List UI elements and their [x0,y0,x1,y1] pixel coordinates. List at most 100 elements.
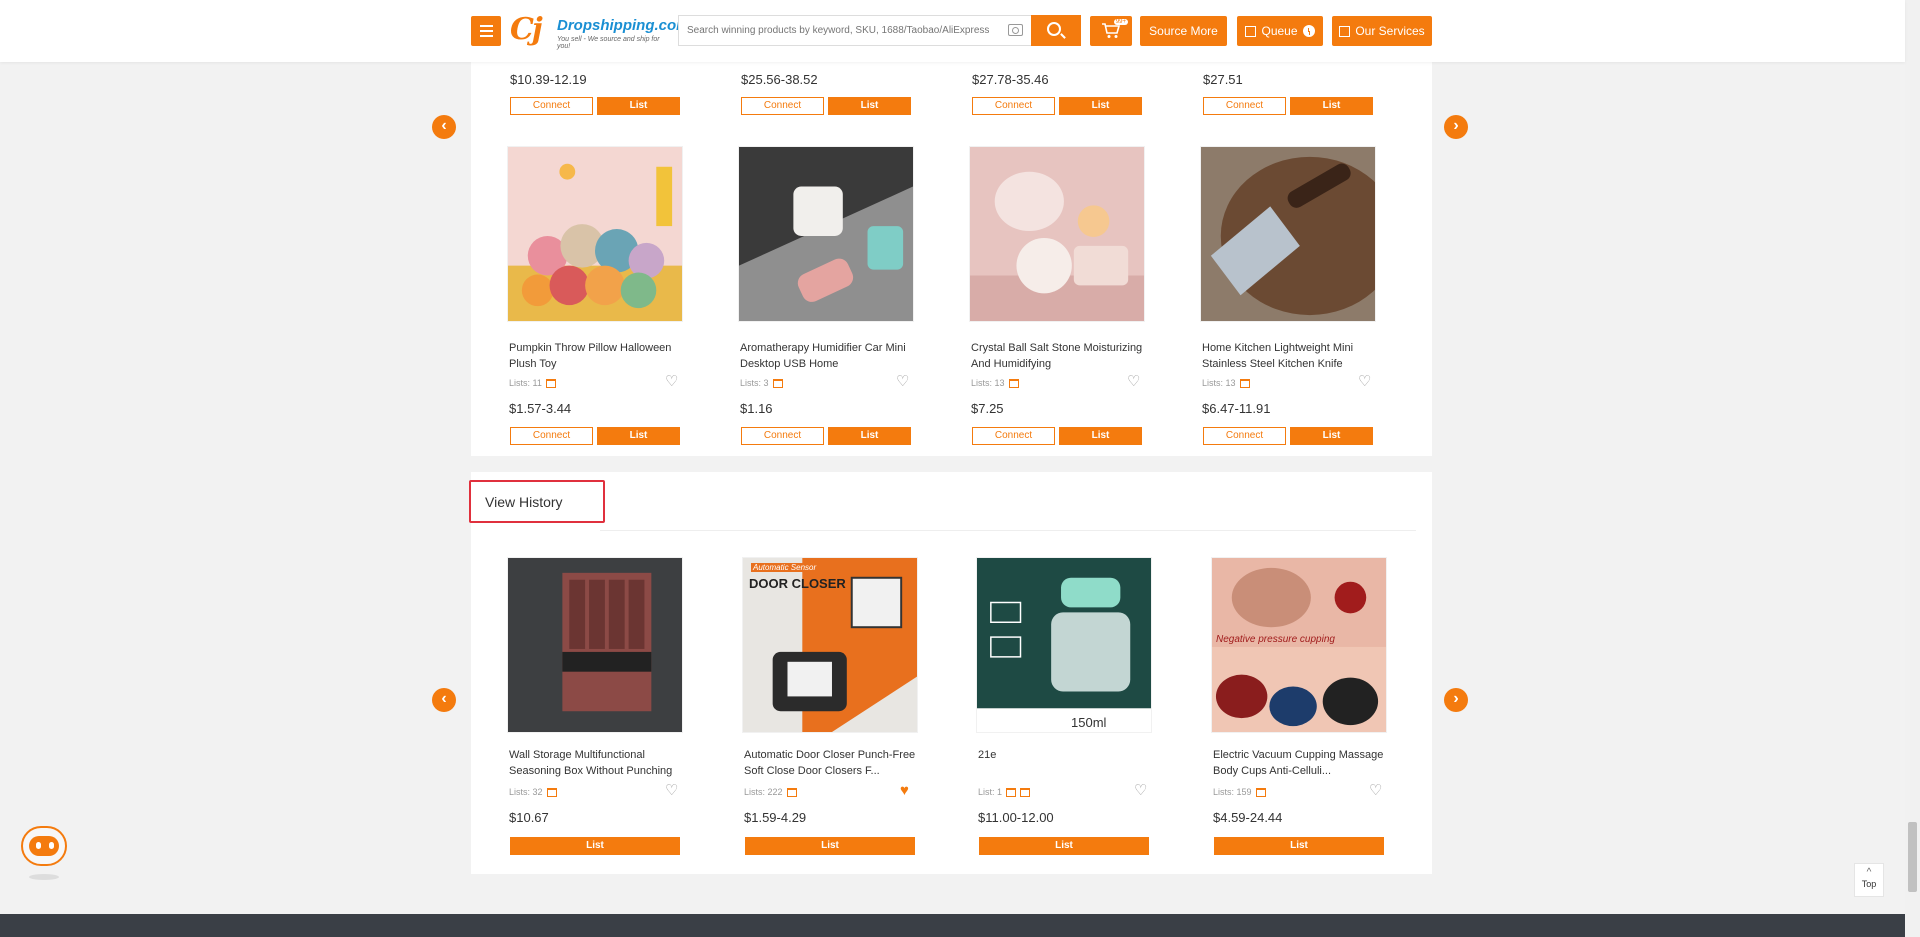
image-overlay-text: Negative pressure cupping [1216,634,1335,645]
product-price: $10.39-12.19 [510,72,587,87]
list-button[interactable]: List [1059,427,1142,445]
product-title[interactable]: 21e [978,747,1158,779]
queue-button[interactable]: Queue [1237,16,1323,46]
search-button[interactable] [1031,15,1081,46]
scrollbar-thumb[interactable] [1908,822,1917,892]
queue-status-icon [1302,25,1315,37]
product-price: $7.25 [971,401,1004,416]
lists-count: Lists: 13 [1202,378,1236,388]
lists-count: Lists: 3 [740,378,769,388]
chevron-left-icon[interactable]: ‹ [432,115,456,139]
connect-button[interactable]: Connect [972,427,1055,445]
list-button[interactable]: List [828,427,911,445]
store-icon [1006,787,1017,797]
store-icon [786,787,797,797]
product-title[interactable]: Pumpkin Throw Pillow Halloween Plush Toy [509,340,689,372]
scrollbar[interactable] [1905,0,1920,937]
list-button[interactable]: List [1290,97,1373,115]
top-label: Top [1861,879,1877,889]
product-lists: Lists: 13 [971,378,1019,388]
cart-icon [1102,23,1121,38]
logo-name: Dropshipping.com [557,17,690,34]
chevron-right-icon[interactable]: › [1444,115,1468,139]
connect-button[interactable]: Connect [1203,97,1286,115]
list-button[interactable]: List [597,97,680,115]
queue-icon [1245,25,1257,37]
lists-count: List: 1 [978,787,1003,797]
heart-icon[interactable]: ♡ [1127,374,1140,389]
connect-button[interactable]: Connect [741,427,824,445]
product-image[interactable] [969,146,1145,322]
view-history-title: View History [469,480,605,523]
list-button[interactable]: List [745,837,915,855]
product-title[interactable]: Automatic Door Closer Punch-Free Soft Cl… [744,747,924,779]
list-button[interactable]: List [597,427,680,445]
list-button[interactable]: List [1214,837,1384,855]
source-more-button[interactable]: Source More [1140,16,1227,46]
store-icon [545,378,556,388]
chevron-left-icon[interactable]: ‹ [432,688,456,712]
product-price: $25.56-38.52 [741,72,818,87]
image-overlay-text: DOOR CLOSER [749,576,846,591]
store-icon [772,378,783,388]
product-title[interactable]: Crystal Ball Salt Stone Moisturizing And… [971,340,1151,372]
product-image[interactable] [1200,146,1376,322]
heart-icon[interactable]: ♡ [1358,374,1371,389]
chevron-right-icon[interactable]: › [1444,688,1468,712]
list-button[interactable]: List [979,837,1149,855]
services-icon [1339,25,1351,37]
back-to-top-button[interactable]: ^ Top [1854,863,1884,897]
source-more-label: Source More [1149,24,1218,38]
list-button[interactable]: List [1059,97,1142,115]
list-button[interactable]: List [828,97,911,115]
product-price: $6.47-11.91 [1202,401,1271,416]
cart-badge: 99+ [1113,19,1128,25]
product-image[interactable]: 150ml [976,557,1152,733]
our-services-button[interactable]: Our Services [1332,16,1432,46]
lists-count: Lists: 11 [509,378,542,388]
product-price: $1.57-3.44 [509,401,572,416]
cart-button[interactable]: 99+ [1090,16,1132,46]
search-box [678,15,1031,46]
heart-icon[interactable]: ♡ [1369,783,1382,798]
camera-icon[interactable] [1008,24,1023,36]
connect-button[interactable]: Connect [510,427,593,445]
list-button[interactable]: List [510,837,680,855]
product-title[interactable]: Aromatherapy Humidifier Car Mini Desktop… [740,340,920,372]
product-image[interactable] [507,557,683,733]
search-input[interactable] [679,16,989,45]
connect-button[interactable]: Connect [1203,427,1286,445]
product-lists: Lists: 11 [509,378,556,388]
robot-icon[interactable] [15,822,73,884]
connect-button[interactable]: Connect [741,97,824,115]
product-title[interactable]: Electric Vacuum Cupping Massage Body Cup… [1213,747,1393,779]
product-lists: Lists: 159 [1213,787,1266,797]
product-lists: List: 1 [978,787,1031,797]
connect-button[interactable]: Connect [972,97,1055,115]
product-image[interactable]: Negative pressure cupping [1211,557,1387,733]
heart-icon[interactable]: ♡ [665,783,678,798]
heart-icon[interactable]: ♡ [665,374,678,389]
logo[interactable]: Cj Dropshipping.com You sell - We source… [510,12,690,50]
product-image[interactable]: Automatic Sensor DOOR CLOSER [742,557,918,733]
heart-icon[interactable]: ♡ [1134,783,1147,798]
connect-button[interactable]: Connect [510,97,593,115]
product-price: $27.78-35.46 [972,72,1049,87]
store-icon [1239,378,1250,388]
product-image[interactable] [507,146,683,322]
product-title[interactable]: Home Kitchen Lightweight Mini Stainless … [1202,340,1382,372]
edit-icon [1020,787,1031,797]
product-image[interactable] [738,146,914,322]
list-button[interactable]: List [1290,427,1373,445]
product-price: $1.16 [740,401,773,416]
store-icon [1008,378,1019,388]
product-price: $4.59-24.44 [1213,810,1283,825]
menu-icon[interactable] [471,16,501,46]
product-lists: Lists: 13 [1202,378,1250,388]
product-title[interactable]: Wall Storage Multifunctional Seasoning B… [509,747,689,779]
store-icon [1255,787,1266,797]
heart-icon[interactable]: ♡ [896,374,909,389]
image-caption: 150ml [1071,715,1107,730]
product-price: $1.59-4.29 [744,810,807,825]
heart-icon[interactable]: ♥ [900,783,909,798]
